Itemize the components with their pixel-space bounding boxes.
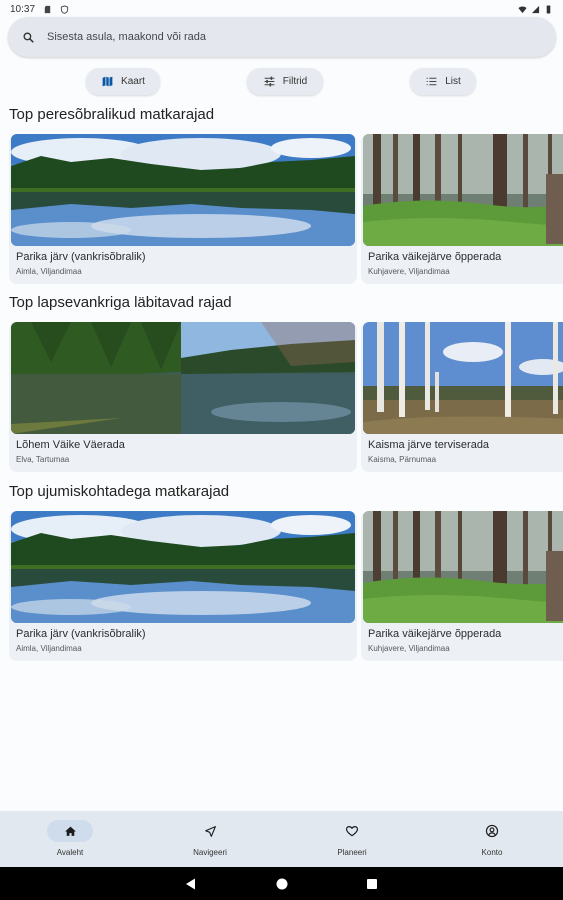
signal-icon bbox=[531, 5, 540, 13]
trail-carousel[interactable]: Parika järv (vankrisõbralik) Aimla, Vilj… bbox=[0, 511, 563, 663]
nav-label: Avaleht bbox=[56, 848, 84, 857]
trail-photo bbox=[11, 511, 355, 623]
search-bar[interactable]: Sisesta asula, maakond või rada bbox=[8, 17, 556, 57]
list-chip-label: List bbox=[445, 76, 461, 87]
navigate-icon bbox=[204, 825, 216, 837]
trail-card[interactable]: Lõhem Väike Väerada Elva, Tartumaa bbox=[9, 322, 357, 472]
nav-item-account[interactable]: Konto bbox=[422, 811, 562, 867]
trail-name: Kaisma järve terviserada bbox=[368, 439, 490, 451]
recents-icon[interactable] bbox=[365, 877, 379, 891]
trail-location: Elva, Tartumaa bbox=[16, 455, 70, 464]
trail-card[interactable]: Kaisma järve terviserada Kaisma, Pärnuma… bbox=[361, 322, 563, 472]
trail-card[interactable]: Parika väikejärve õpperada Kuhjavere, Vi… bbox=[361, 511, 563, 661]
section-title: Top peresõbralikud matkarajad bbox=[9, 106, 215, 123]
trail-photo bbox=[363, 511, 563, 623]
search-input[interactable]: Sisesta asula, maakond või rada bbox=[47, 31, 206, 43]
filters-chip-label: Filtrid bbox=[282, 76, 308, 87]
bottom-navigation: Avaleht Navigeeri Planeeri Konto bbox=[0, 811, 563, 867]
status-time: 10:37 bbox=[10, 3, 36, 15]
trail-name: Parika järv (vankrisõbralik) bbox=[16, 628, 146, 640]
shield-icon bbox=[60, 4, 69, 14]
trail-photo bbox=[363, 322, 563, 434]
trail-name: Parika väikejärve õpperada bbox=[368, 251, 502, 263]
trail-name: Lõhem Väike Väerada bbox=[16, 439, 125, 451]
trail-photo bbox=[363, 134, 563, 246]
map-chip-label: Kaart bbox=[121, 76, 145, 87]
system-nav-bar bbox=[0, 867, 563, 900]
nav-active-indicator bbox=[47, 820, 93, 842]
battery-icon bbox=[546, 4, 551, 14]
filters-chip[interactable]: Filtrid bbox=[247, 68, 323, 95]
section-title: Top ujumiskohtadega matkarajad bbox=[9, 483, 230, 500]
nav-item-plan[interactable]: Planeeri bbox=[282, 811, 422, 867]
account-icon bbox=[485, 824, 499, 838]
trail-photo bbox=[11, 322, 355, 434]
trail-location: Aimla, Viljandimaa bbox=[16, 267, 82, 276]
list-icon bbox=[426, 77, 437, 86]
trail-carousel[interactable]: Lõhem Väike Väerada Elva, Tartumaa Kaism… bbox=[0, 322, 563, 474]
map-icon bbox=[102, 76, 113, 87]
trail-location: Kaisma, Pärnumaa bbox=[368, 455, 437, 464]
section-title: Top lapsevankriga läbitavad rajad bbox=[9, 294, 232, 311]
view-chips: Kaart Filtrid List bbox=[0, 68, 563, 95]
trail-card[interactable]: Parika järv (vankrisõbralik) Aimla, Vilj… bbox=[9, 134, 357, 284]
trail-location: Kuhjavere, Viljandimaa bbox=[368, 644, 450, 653]
nav-label: Planeeri bbox=[337, 848, 367, 857]
nav-item-home[interactable]: Avaleht bbox=[0, 811, 140, 867]
nav-label: Navigeeri bbox=[193, 848, 227, 857]
trail-name: Parika järv (vankrisõbralik) bbox=[16, 251, 146, 263]
nav-item-navigate[interactable]: Navigeeri bbox=[140, 811, 280, 867]
status-bar: 10:37 bbox=[0, 0, 563, 18]
sd-card-icon bbox=[44, 5, 51, 13]
trail-name: Parika väikejärve õpperada bbox=[368, 628, 502, 640]
trail-card[interactable]: Parika väikejärve õpperada Kuhjavere, Vi… bbox=[361, 134, 563, 284]
trail-card[interactable]: Parika järv (vankrisõbralik) Aimla, Vilj… bbox=[9, 511, 357, 661]
trail-photo bbox=[11, 134, 355, 246]
trail-location: Kuhjavere, Viljandimaa bbox=[368, 267, 450, 276]
home-icon bbox=[64, 826, 76, 836]
filter-sliders-icon bbox=[264, 76, 275, 87]
map-chip[interactable]: Kaart bbox=[86, 68, 160, 95]
heart-icon bbox=[345, 826, 359, 837]
home-button-icon[interactable] bbox=[275, 877, 289, 891]
trail-carousel[interactable]: Parika järv (vankrisõbralik) Aimla, Vilj… bbox=[0, 134, 563, 286]
trail-location: Aimla, Viljandimaa bbox=[16, 644, 82, 653]
search-icon bbox=[23, 31, 34, 43]
list-chip[interactable]: List bbox=[410, 68, 476, 95]
back-icon[interactable] bbox=[184, 877, 198, 891]
nav-label: Konto bbox=[481, 848, 503, 857]
wifi-icon bbox=[518, 6, 527, 13]
